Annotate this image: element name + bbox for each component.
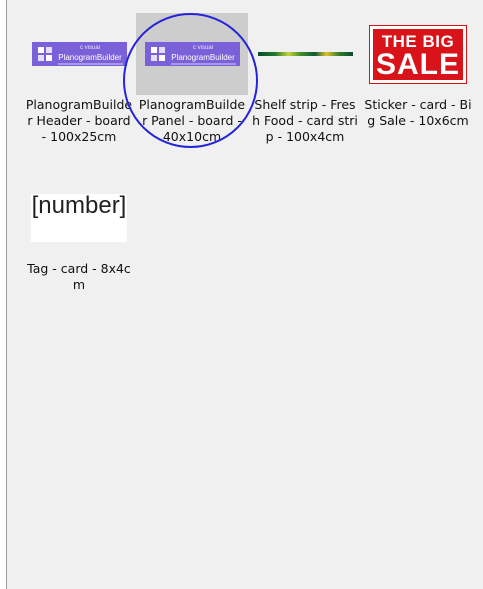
- item-thumbnail: THE BIG SALE: [362, 13, 474, 95]
- logo-small-text: c visual: [79, 45, 100, 51]
- logo-text: c visual PlanogramBuilder: [58, 44, 123, 62]
- logo-tagline-bar: [57, 63, 123, 65]
- item-caption: PlanogramBuilder Panel - board - 40x10cm: [138, 97, 246, 144]
- item-thumbnail: [249, 13, 361, 95]
- item-thumbnail: [number]: [23, 177, 135, 259]
- sale-sticker-image: THE BIG SALE: [369, 24, 467, 84]
- gallery-item-planogrambuilder-header[interactable]: c visual PlanogramBuilder PlanogramBuild…: [23, 13, 135, 145]
- gallery-item-sale-sticker[interactable]: THE BIG SALE Sticker - card - Big Sale -…: [362, 13, 474, 129]
- number-tag-image: [number]: [31, 194, 127, 242]
- shelf-strip-image: [257, 52, 353, 56]
- item-caption: PlanogramBuilder Header - board - 100x25…: [25, 97, 133, 144]
- gallery-item-number-tag[interactable]: [number] Tag - card - 8x4cm: [23, 177, 135, 293]
- planogrambuilder-logo-image: c visual PlanogramBuilder: [144, 42, 240, 66]
- gallery-item-shelf-strip[interactable]: Shelf strip - Fresh Food - card strip - …: [249, 13, 361, 145]
- cube-icon: [150, 47, 165, 61]
- item-caption: Sticker - card - Big Sale - 10x6cm: [364, 97, 472, 128]
- item-caption: Shelf strip - Fresh Food - card strip - …: [252, 97, 358, 144]
- gallery-item-planogrambuilder-panel[interactable]: c visual PlanogramBuilder PlanogramBuild…: [136, 13, 248, 145]
- sale-line2: SALE: [375, 47, 460, 81]
- item-thumbnail-selected: c visual PlanogramBuilder: [136, 13, 248, 95]
- planogrambuilder-logo-image: c visual PlanogramBuilder: [31, 42, 127, 66]
- logo-text: c visual PlanogramBuilder: [171, 44, 236, 62]
- item-caption: Tag - card - 8x4cm: [27, 261, 131, 292]
- logo-brand-text: PlanogramBuilder: [58, 53, 122, 62]
- logo-small-text: c visual: [192, 45, 213, 51]
- item-thumbnail: c visual PlanogramBuilder: [23, 13, 135, 95]
- logo-tagline-bar: [170, 63, 236, 65]
- asset-gallery-panel: c visual PlanogramBuilder PlanogramBuild…: [6, 0, 483, 589]
- cube-icon: [37, 47, 52, 61]
- logo-brand-text: PlanogramBuilder: [171, 53, 235, 62]
